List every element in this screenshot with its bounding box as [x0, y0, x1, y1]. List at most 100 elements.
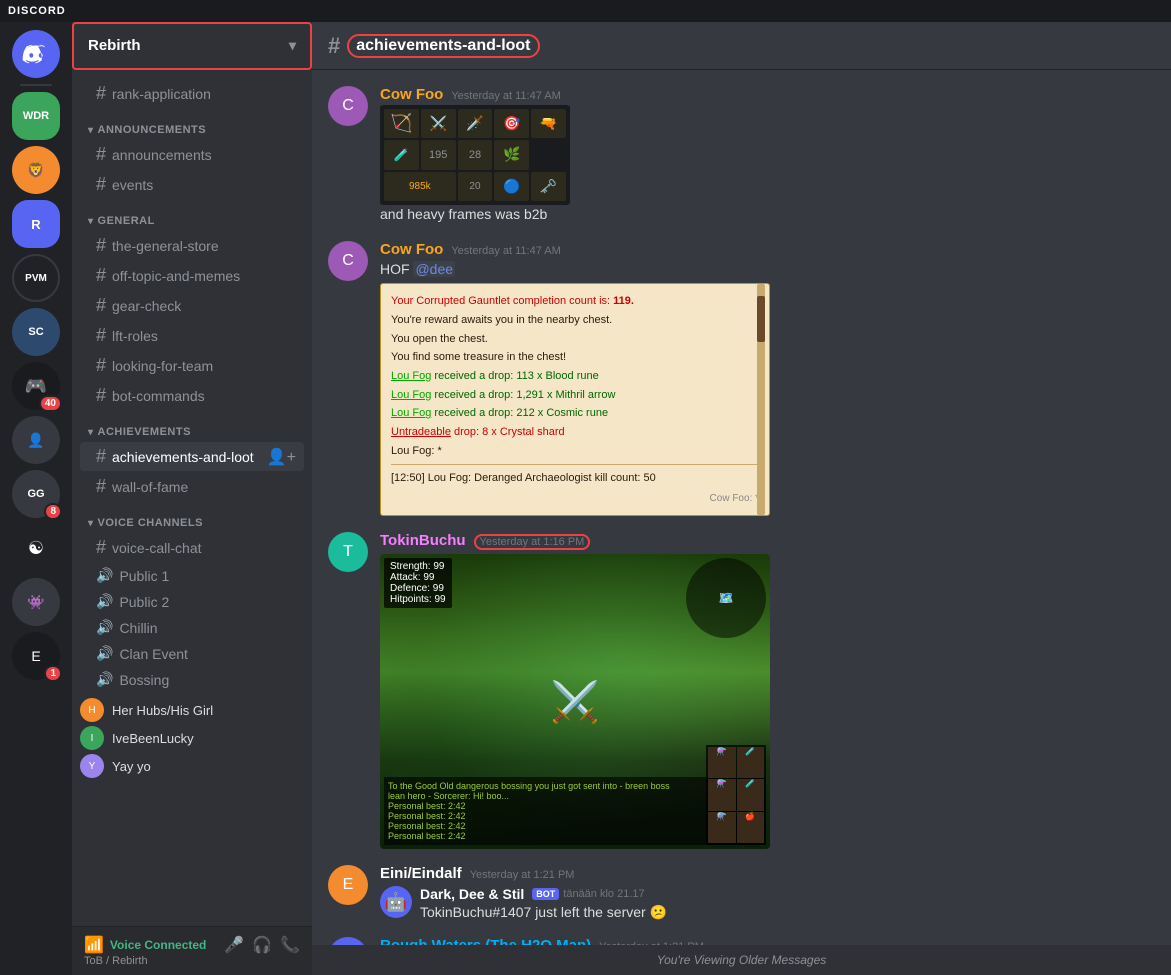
- rs-chat-line-3: You open the chest.: [391, 330, 759, 349]
- rs-chat-line-2: You're reward awaits you in the nearby c…: [391, 311, 759, 330]
- rs-chat-line-5: Lou Fog received a drop: 113 x Blood run…: [391, 367, 759, 386]
- category-achievements[interactable]: ▾ ACHIEVEMENTS: [72, 426, 312, 438]
- channel-item-bot-commands[interactable]: # bot-commands: [80, 381, 304, 410]
- channel-item-off-topic[interactable]: # off-topic-and-memes: [80, 261, 304, 290]
- message-timestamp-eindalf: Yesterday at 1:21 PM: [470, 869, 575, 881]
- voice-deafen-icon[interactable]: 🎧: [252, 935, 272, 955]
- channel-name: rank-application: [112, 86, 211, 102]
- voice-disconnect-icon[interactable]: 📞: [280, 935, 300, 955]
- server-icon-7[interactable]: 👤: [12, 416, 60, 464]
- channel-item-rank-application[interactable]: # rank-application: [80, 79, 304, 108]
- voice-connected-label: 📶 Voice Connected: [84, 935, 206, 955]
- voice-subuser-avatar-1: H: [80, 698, 104, 722]
- message-timestamp-cowfoo-2: Yesterday at 11:47 AM: [451, 245, 560, 257]
- voice-subuser-name-2: IveBeenLucky: [112, 731, 194, 746]
- message-header-roughwaters: Rough Waters (The H2O Man) Yesterday at …: [380, 937, 1155, 945]
- message-header-cowfoo-2: Cow Foo Yesterday at 11:47 AM: [380, 241, 1155, 258]
- message-group-cowfoo-hof: C Cow Foo Yesterday at 11:47 AM HOF @dee: [328, 241, 1155, 516]
- mention-dee: @dee: [413, 261, 455, 277]
- bot-message-header: Dark, Dee & Stil BOT tänään klo 21.17: [420, 886, 667, 902]
- voice-subuser-name-1: Her Hubs/His Girl: [112, 703, 213, 718]
- channel-name: lft-roles: [112, 328, 158, 344]
- channel-name: achievements-and-loot: [112, 449, 254, 465]
- items-grid-image: 🏹 ⚔️ 🗡️ 🎯 🔫 🧪 195 28 🌿 985k 20: [380, 105, 570, 205]
- bot-name: Dark, Dee & Stil: [420, 886, 524, 902]
- message-header-cowfoo-1: Cow Foo Yesterday at 11:47 AM: [380, 86, 1155, 103]
- voice-subuser-avatar-2: I: [80, 726, 104, 750]
- chat-area: # achievements-and-loot C Cow Foo Yester…: [312, 22, 1171, 975]
- channel-item-events[interactable]: # events: [80, 170, 304, 199]
- message-content-cowfoo-2: Cow Foo Yesterday at 11:47 AM HOF @dee Y…: [380, 241, 1155, 516]
- channel-item-lft-roles[interactable]: # lft-roles: [80, 321, 304, 350]
- voice-subuser-2: I IveBeenLucky: [72, 724, 312, 752]
- channel-hash-icon: #: [96, 385, 106, 406]
- channel-item-announcements[interactable]: # announcements: [80, 140, 304, 169]
- message-group-eindalf: E Eini/Eindalf Yesterday at 1:21 PM 🤖 Da…: [328, 865, 1155, 921]
- voice-channel-name: ToB / Rebirth: [84, 955, 300, 967]
- server-header[interactable]: Rebirth ▾: [72, 22, 312, 70]
- channel-hash-icon: #: [96, 144, 106, 165]
- category-arrow-icon: ▾: [88, 216, 94, 227]
- message-content-eindalf: Eini/Eindalf Yesterday at 1:21 PM 🤖 Dark…: [380, 865, 1155, 921]
- bot-message-text: TokinBuchu#1407 just left the server 😕: [420, 904, 667, 921]
- server-icon-pvm[interactable]: PVM: [12, 254, 60, 302]
- category-label: GENERAL: [98, 215, 155, 227]
- avatar-eindalf: E: [328, 865, 368, 905]
- rs-chat-line-1: Your Corrupted Gauntlet completion count…: [391, 292, 759, 311]
- channel-item-public-2[interactable]: 🔊 Public 2: [80, 589, 304, 614]
- channel-name: off-topic-and-memes: [112, 268, 240, 284]
- channel-item-clan-event[interactable]: 🔊 Clan Event: [80, 641, 304, 666]
- channel-hash-icon: #: [96, 446, 106, 467]
- channel-name: looking-for-team: [112, 358, 213, 374]
- chat-header-channel-name: achievements-and-loot: [348, 35, 538, 57]
- message-header-tokinbuchu: TokinBuchu Yesterday at 1:16 PM: [380, 532, 1155, 550]
- channel-item-achievements-loot[interactable]: # achievements-and-loot 👤+: [80, 442, 304, 471]
- channel-hash-icon: #: [96, 295, 106, 316]
- category-announcements[interactable]: ▾ ANNOUNCEMENTS: [72, 124, 312, 136]
- channel-name: Chillin: [119, 620, 157, 636]
- rs-chat-line-4: You find some treasure in the chest!: [391, 348, 759, 367]
- rs-chat-line-9: Lou Fog: *: [391, 442, 759, 461]
- discord-home-button[interactable]: [12, 30, 60, 78]
- server-name: Rebirth: [88, 37, 141, 54]
- voice-connected-text: Voice Connected: [110, 938, 206, 952]
- voice-mute-icon[interactable]: 🎤: [224, 935, 244, 955]
- speaker-icon: 🔊: [96, 671, 113, 688]
- channel-name: Public 2: [119, 594, 169, 610]
- category-label: ANNOUNCEMENTS: [98, 124, 207, 136]
- message-group-tokinbuchu: T TokinBuchu Yesterday at 1:16 PM Streng…: [328, 532, 1155, 849]
- channel-name: bot-commands: [112, 388, 205, 404]
- channel-item-general-store[interactable]: # the-general-store: [80, 231, 304, 260]
- channel-name: events: [112, 177, 153, 193]
- channel-hash-icon: #: [96, 265, 106, 286]
- channel-item-looking-for-team[interactable]: # looking-for-team: [80, 351, 304, 380]
- avatar-tokinbuchu: T: [328, 532, 368, 572]
- channel-item-wall-of-fame[interactable]: # wall-of-fame: [80, 472, 304, 501]
- server-icon-9[interactable]: ☯: [12, 524, 60, 572]
- voice-subusers: H Her Hubs/His Girl I IveBeenLucky Y Yay…: [72, 696, 312, 780]
- channel-item-chillin[interactable]: 🔊 Chillin: [80, 615, 304, 640]
- chat-header: # achievements-and-loot: [312, 22, 1171, 70]
- server-icon-rebirth[interactable]: R: [12, 200, 60, 248]
- message-header-eindalf: Eini/Eindalf Yesterday at 1:21 PM: [380, 865, 1155, 882]
- server-icon-10[interactable]: 👾: [12, 578, 60, 626]
- category-voice-channels[interactable]: ▾ VOICE CHANNELS: [72, 517, 312, 529]
- channel-item-public-1[interactable]: 🔊 Public 1: [80, 563, 304, 588]
- channel-item-voice-call-chat[interactable]: # voice-call-chat: [80, 533, 304, 562]
- bot-message-content: Dark, Dee & Stil BOT tänään klo 21.17 To…: [420, 886, 667, 921]
- category-general[interactable]: ▾ GENERAL: [72, 215, 312, 227]
- server-badge-8: 8: [44, 503, 62, 520]
- channel-item-gear-check[interactable]: # gear-check: [80, 291, 304, 320]
- server-icon-2[interactable]: 🦁: [12, 146, 60, 194]
- bot-message-embed: 🤖 Dark, Dee & Stil BOT tänään klo 21.17 …: [380, 886, 1155, 921]
- channel-item-bossing[interactable]: 🔊 Bossing: [80, 667, 304, 692]
- server-icon-8[interactable]: GG 8: [12, 470, 60, 518]
- server-icon-smoky[interactable]: SC: [12, 308, 60, 356]
- server-icon-wdr[interactable]: WDR: [12, 92, 60, 140]
- runescape-chat-box: Your Corrupted Gauntlet completion count…: [380, 283, 770, 516]
- add-user-icon[interactable]: 👤+: [267, 447, 296, 467]
- server-icon-11[interactable]: E 1: [12, 632, 60, 680]
- server-icon-6[interactable]: 🎮 40: [12, 362, 60, 410]
- category-label: VOICE CHANNELS: [98, 517, 203, 529]
- game-ui-top-left: Strength: 99Attack: 99Defence: 99Hitpoin…: [384, 558, 452, 608]
